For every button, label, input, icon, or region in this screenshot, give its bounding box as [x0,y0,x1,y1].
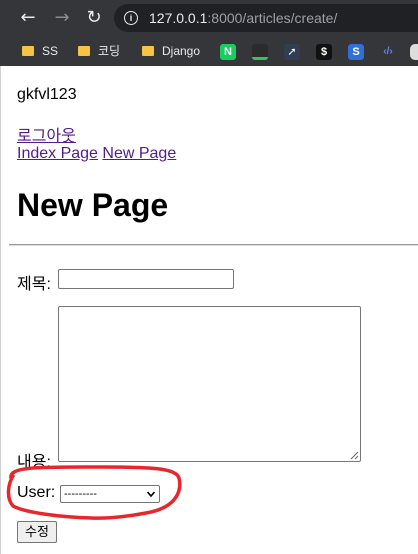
bookmark-s[interactable]: S [348,42,364,60]
back-arrow-icon[interactable]: ← [16,6,40,30]
bookmarks-bar: SS 코딩 Django N ➚ $ S ‹/› [0,36,418,66]
folder-icon [142,45,154,56]
chevron-down-icon [147,491,155,498]
bookmark-django[interactable]: Django [142,42,200,60]
user-select[interactable]: --------- [60,485,160,503]
reload-icon[interactable]: ↻ [82,6,106,30]
folder-icon [22,45,34,56]
folder-icon [78,45,90,56]
title-label: 제목: [17,276,51,293]
bookmark-dollar[interactable]: $ [316,42,332,60]
dollar-favicon: $ [316,43,332,60]
green-bar-favicon [252,43,268,60]
bookmark-overflow[interactable] [410,42,418,60]
bookmark-bird[interactable]: ➚ [284,42,300,60]
overflow-favicon [410,43,418,60]
index-page-link[interactable]: Index Page [17,145,98,162]
page-content: gkfvl123 로그아웃 Index Page New Page New Pa… [0,66,418,554]
url-text: 127.0.0.1:8000/articles/create/ [149,10,338,26]
browser-toolbar: ← → ↻ i 127.0.0.1:8000/articles/create/ [0,0,418,36]
page-title: New Page [17,187,169,223]
bookmark-coding[interactable]: 코딩 [78,42,120,60]
nav-links: Index Page New Page [17,145,176,163]
username: gkfvl123 [17,86,77,103]
address-bar[interactable]: i 127.0.0.1:8000/articles/create/ [114,4,418,32]
browser-chrome: ← → ↻ i 127.0.0.1:8000/articles/create/ … [0,0,418,66]
content-label: 내용: [17,454,51,471]
submit-button[interactable]: 수정 [17,521,57,543]
forward-arrow-icon[interactable]: → [50,6,74,30]
title-input[interactable] [58,269,234,289]
logout-link[interactable]: 로그아웃 [17,122,76,146]
s-favicon: S [348,43,364,60]
resize-handle-icon[interactable] [350,451,359,460]
bookmark-ss[interactable]: SS [22,42,58,60]
user-label: User: [17,484,56,501]
bookmark-green[interactable] [252,42,268,60]
new-page-link[interactable]: New Page [102,145,176,162]
content-textarea[interactable] [58,306,361,462]
code-favicon: ‹/› [383,45,393,57]
divider [9,244,418,246]
bookmark-naver[interactable]: N [220,42,236,60]
bird-favicon: ➚ [284,43,300,60]
naver-favicon: N [220,43,236,60]
site-info-icon[interactable]: i [124,11,138,25]
bookmark-code[interactable]: ‹/› [380,42,396,60]
user-select-value: --------- [64,488,97,500]
